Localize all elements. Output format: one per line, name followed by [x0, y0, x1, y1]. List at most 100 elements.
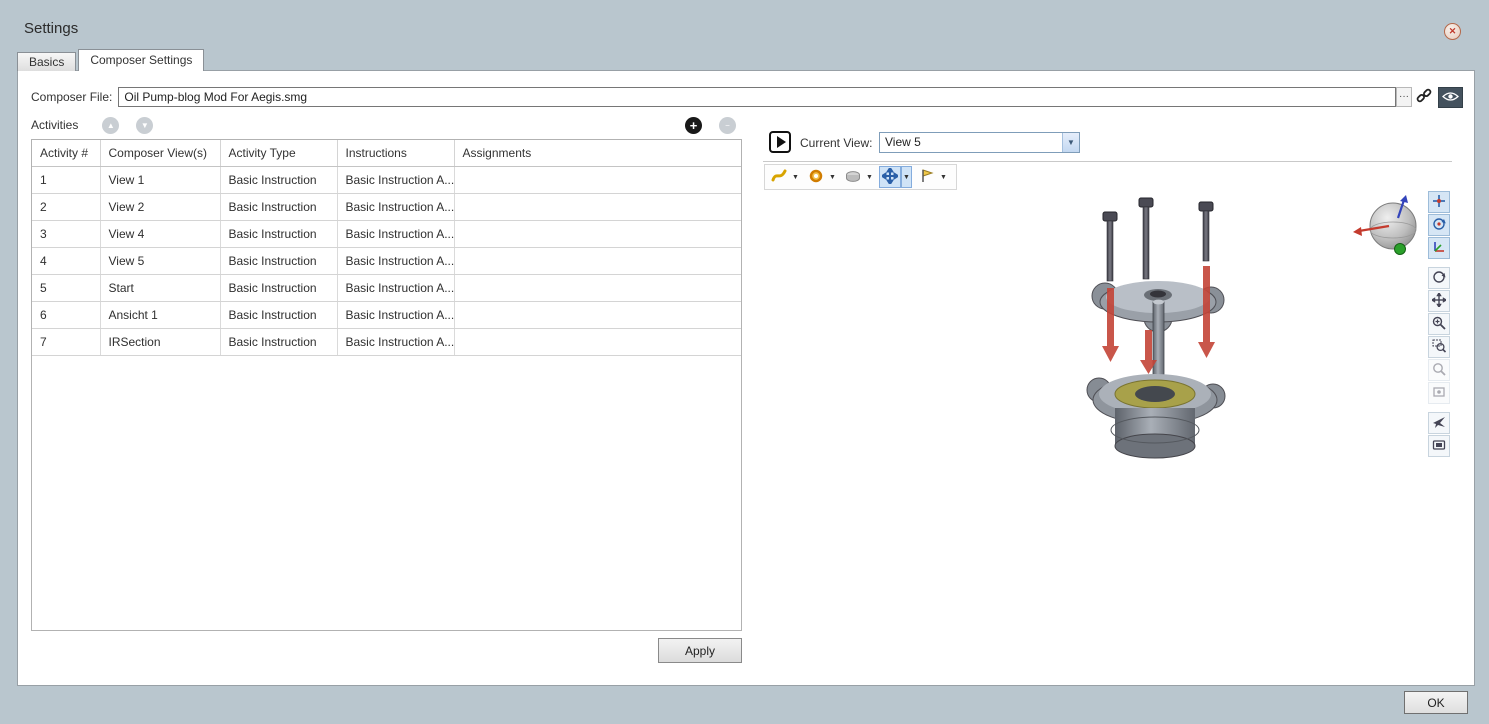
style-brush-button[interactable] [768, 166, 790, 188]
col-activity-num: Activity # [32, 140, 100, 166]
activities-header: Activities ▲ ▼ + − [31, 115, 742, 135]
cell-composer-view: Ansicht 1 [100, 301, 220, 328]
nav-camera-view-button[interactable] [1428, 435, 1450, 457]
nav-move-free-button[interactable] [1428, 191, 1450, 213]
flag-icon [919, 168, 935, 187]
ring-tool-group: ▼ [805, 166, 838, 188]
pump-shaft [1153, 300, 1164, 380]
zoom-icon [1432, 316, 1446, 333]
spacer [1428, 405, 1452, 411]
cell-activity-num: 7 [32, 328, 100, 355]
cell-composer-view: View 1 [100, 166, 220, 193]
cell-composer-view: View 2 [100, 193, 220, 220]
eraser-tool-button[interactable] [842, 166, 864, 188]
move-dropdown-arrow[interactable]: ▼ [901, 166, 912, 188]
table-row[interactable]: 2 View 2 Basic Instruction Basic Instruc… [32, 193, 741, 220]
table-row[interactable]: 1 View 1 Basic Instruction Basic Instruc… [32, 166, 741, 193]
flag-tool-button[interactable] [916, 166, 938, 188]
bolt [1103, 212, 1117, 281]
ring-dropdown-arrow[interactable]: ▼ [827, 166, 838, 188]
remove-activity-button[interactable]: − [719, 117, 736, 134]
zoom-window-icon [1432, 339, 1446, 356]
cell-activity-type: Basic Instruction [220, 247, 337, 274]
nav-zoom-button[interactable] [1428, 313, 1450, 335]
cell-instructions: Basic Instruction A... [337, 274, 454, 301]
move-activity-down-button[interactable]: ▼ [136, 117, 153, 134]
eraser-tool-group: ▼ [842, 166, 875, 188]
navigation-orb[interactable] [1351, 194, 1431, 267]
play-icon [777, 136, 786, 148]
nav-fly-button[interactable] [1428, 412, 1450, 434]
pump-base [1111, 408, 1199, 458]
close-icon[interactable]: ✕ [1444, 23, 1461, 40]
cell-instructions: Basic Instruction A... [337, 247, 454, 274]
col-composer-views: Composer View(s) [100, 140, 220, 166]
cell-activity-type: Basic Instruction [220, 220, 337, 247]
window-title: Settings [24, 20, 78, 37]
flag-dropdown-arrow[interactable]: ▼ [938, 166, 949, 188]
nav-look-at-button[interactable] [1428, 382, 1450, 404]
viewport-3d[interactable] [763, 190, 1427, 685]
cell-activity-num: 2 [32, 193, 100, 220]
tab-composer-settings[interactable]: Composer Settings [78, 49, 204, 71]
style-tool-group: ▼ [768, 166, 801, 188]
tab-bar: Basics Composer Settings [17, 49, 204, 71]
add-activity-button[interactable]: + [685, 117, 702, 134]
eraser-dropdown-arrow[interactable]: ▼ [864, 166, 875, 188]
table-header-row: Activity # Composer View(s) Activity Typ… [32, 140, 741, 166]
cell-activity-num: 3 [32, 220, 100, 247]
move-activity-up-button[interactable]: ▲ [102, 117, 119, 134]
eraser-icon [845, 168, 861, 187]
cell-assignments [454, 220, 741, 247]
cell-composer-view: View 4 [100, 220, 220, 247]
activities-table: Activity # Composer View(s) Activity Typ… [31, 139, 742, 631]
style-dropdown-arrow[interactable]: ▼ [790, 166, 801, 188]
move-arrows-icon [882, 168, 898, 187]
oil-pump-model [1053, 190, 1283, 508]
cell-assignments [454, 193, 741, 220]
nav-move-axis-button[interactable] [1428, 237, 1450, 259]
ring-icon [808, 168, 824, 187]
cell-activity-num: 6 [32, 301, 100, 328]
nav-zoom-fit-button[interactable] [1428, 359, 1450, 381]
cell-instructions: Basic Instruction A... [337, 328, 454, 355]
nav-pan-button[interactable] [1428, 290, 1450, 312]
tab-basics[interactable]: Basics [17, 52, 76, 71]
apply-button[interactable]: Apply [658, 638, 742, 663]
cell-assignments [454, 301, 741, 328]
table-row[interactable]: 3 View 4 Basic Instruction Basic Instruc… [32, 220, 741, 247]
move-tool-button[interactable] [879, 166, 901, 188]
table-row[interactable]: 6 Ansicht 1 Basic Instruction Basic Inst… [32, 301, 741, 328]
ring-tool-button[interactable] [805, 166, 827, 188]
link-button[interactable] [1412, 87, 1436, 108]
table-row[interactable]: 5 Start Basic Instruction Basic Instruct… [32, 274, 741, 301]
nav-move-rotate-button[interactable] [1428, 214, 1450, 236]
table-row[interactable]: 7 IRSection Basic Instruction Basic Inst… [32, 328, 741, 355]
current-view-select[interactable]: View 5 ▼ [879, 132, 1080, 153]
look-at-icon [1432, 385, 1446, 402]
cell-composer-view: Start [100, 274, 220, 301]
play-button[interactable] [769, 131, 791, 153]
rotate-cross-icon [1432, 217, 1446, 234]
cell-composer-view: IRSection [100, 328, 220, 355]
cell-activity-type: Basic Instruction [220, 193, 337, 220]
zoom-fit-icon [1432, 362, 1446, 379]
fly-plane-icon [1432, 415, 1446, 432]
cell-activity-num: 4 [32, 247, 100, 274]
table-row[interactable]: 4 View 5 Basic Instruction Basic Instruc… [32, 247, 741, 274]
arrow-up-icon: ▲ [107, 121, 115, 130]
col-assignments: Assignments [454, 140, 741, 166]
preview-button[interactable] [1438, 87, 1463, 108]
composer-settings-panel: Composer File: ··· Acti [17, 70, 1475, 686]
nav-zoom-window-button[interactable] [1428, 336, 1450, 358]
nav-orbit-button[interactable] [1428, 267, 1450, 289]
link-icon [1416, 88, 1432, 107]
cell-activity-type: Basic Instruction [220, 301, 337, 328]
cell-assignments [454, 247, 741, 274]
composer-file-input[interactable] [118, 87, 1396, 107]
orbit-icon [1432, 270, 1446, 287]
cell-instructions: Basic Instruction A... [337, 166, 454, 193]
activities-label: Activities [31, 118, 78, 132]
browse-button[interactable]: ··· [1396, 87, 1412, 107]
ok-button[interactable]: OK [1404, 691, 1468, 714]
